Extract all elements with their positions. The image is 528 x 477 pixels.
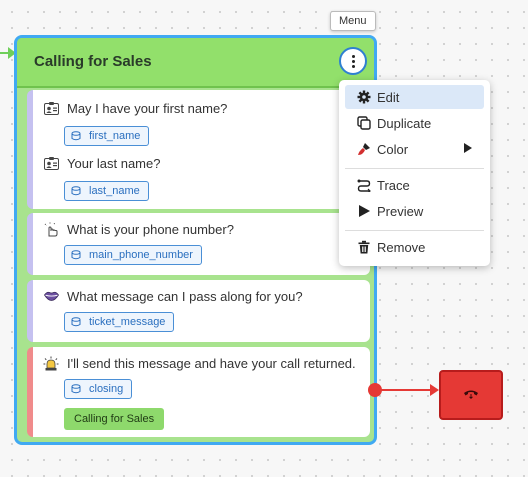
database-icon — [71, 186, 81, 196]
hang-up-phone-icon — [463, 386, 479, 404]
menu-item-label: Remove — [377, 239, 426, 255]
question-text: Your last name? — [67, 155, 161, 171]
flow-node-calling-for-sales[interactable]: Calling for Sales May I have your first … — [14, 35, 377, 445]
question-text: May I have your first name? — [67, 100, 228, 116]
question-row: May I have your first name? — [43, 100, 227, 116]
question-row: Your last name? — [43, 155, 160, 171]
alarm-light-icon — [43, 355, 59, 371]
variable-chip[interactable]: last_name — [64, 181, 149, 201]
duplicate-icon — [357, 116, 371, 130]
menu-item-label: Preview — [377, 203, 424, 219]
question-row: What is your phone number? — [43, 221, 234, 237]
question-text: What is your phone number? — [67, 221, 234, 237]
gear-icon — [357, 90, 371, 104]
play-icon — [357, 204, 371, 218]
submenu-arrow-icon — [464, 143, 472, 153]
menu-separator — [345, 230, 484, 231]
question-card[interactable]: May I have your first name? first_name Y… — [27, 90, 370, 209]
database-icon — [71, 384, 81, 394]
menu-separator — [345, 168, 484, 169]
node-title: Calling for Sales — [34, 53, 152, 70]
question-text: What message can I pass along for you? — [67, 288, 303, 304]
variable-name: last_name — [89, 185, 140, 197]
menu-item-label: Duplicate — [377, 115, 432, 131]
menu-item-preview[interactable]: Preview — [345, 199, 484, 223]
trace-icon — [357, 178, 371, 192]
question-card[interactable]: What is your phone number? main_phone_nu… — [27, 213, 370, 275]
variable-name: closing — [89, 383, 124, 395]
menu-item-label: Color — [377, 141, 409, 157]
node-menu-button[interactable] — [339, 47, 367, 75]
node-context-menu: Edit Duplicate Color Trace Preview Remov… — [339, 80, 490, 266]
outgoing-arrow-icon — [430, 384, 439, 396]
contact-card-icon — [43, 155, 59, 171]
question-row: I'll send this message and have your cal… — [43, 355, 356, 371]
variable-chip[interactable]: ticket_message — [64, 312, 175, 332]
question-text: I'll send this message and have your cal… — [67, 355, 356, 371]
variable-chip[interactable]: closing — [64, 379, 133, 399]
menu-tooltip: Menu — [330, 11, 376, 31]
database-icon — [71, 131, 81, 141]
target-node-badge[interactable]: Calling for Sales — [64, 408, 165, 430]
node-header[interactable]: Calling for Sales — [17, 38, 374, 88]
contact-card-icon — [43, 100, 59, 116]
touch-icon — [43, 221, 59, 237]
question-card[interactable]: What message can I pass along for you? t… — [27, 280, 370, 342]
lips-icon — [43, 288, 59, 304]
variable-chip[interactable]: first_name — [64, 126, 150, 146]
menu-item-remove[interactable]: Remove — [345, 235, 484, 259]
variable-chip[interactable]: main_phone_number — [64, 245, 202, 265]
variable-name: first_name — [89, 130, 141, 142]
database-icon — [71, 317, 81, 327]
question-row: What message can I pass along for you? — [43, 288, 303, 304]
menu-item-color[interactable]: Color — [345, 137, 484, 161]
menu-item-duplicate[interactable]: Duplicate — [345, 111, 484, 135]
trash-icon — [357, 240, 371, 254]
menu-item-trace[interactable]: Trace — [345, 173, 484, 197]
variable-name: main_phone_number — [89, 249, 193, 261]
menu-item-label: Edit — [377, 89, 400, 105]
kebab-menu-icon — [351, 54, 355, 68]
outgoing-connector-line — [380, 389, 432, 391]
menu-item-edit[interactable]: Edit — [345, 85, 484, 109]
variable-name: ticket_message — [89, 316, 166, 328]
paint-brush-icon — [357, 142, 371, 156]
closing-card[interactable]: I'll send this message and have your cal… — [27, 347, 370, 437]
menu-item-label: Trace — [377, 177, 410, 193]
hangup-node[interactable] — [439, 370, 503, 420]
database-icon — [71, 250, 81, 260]
